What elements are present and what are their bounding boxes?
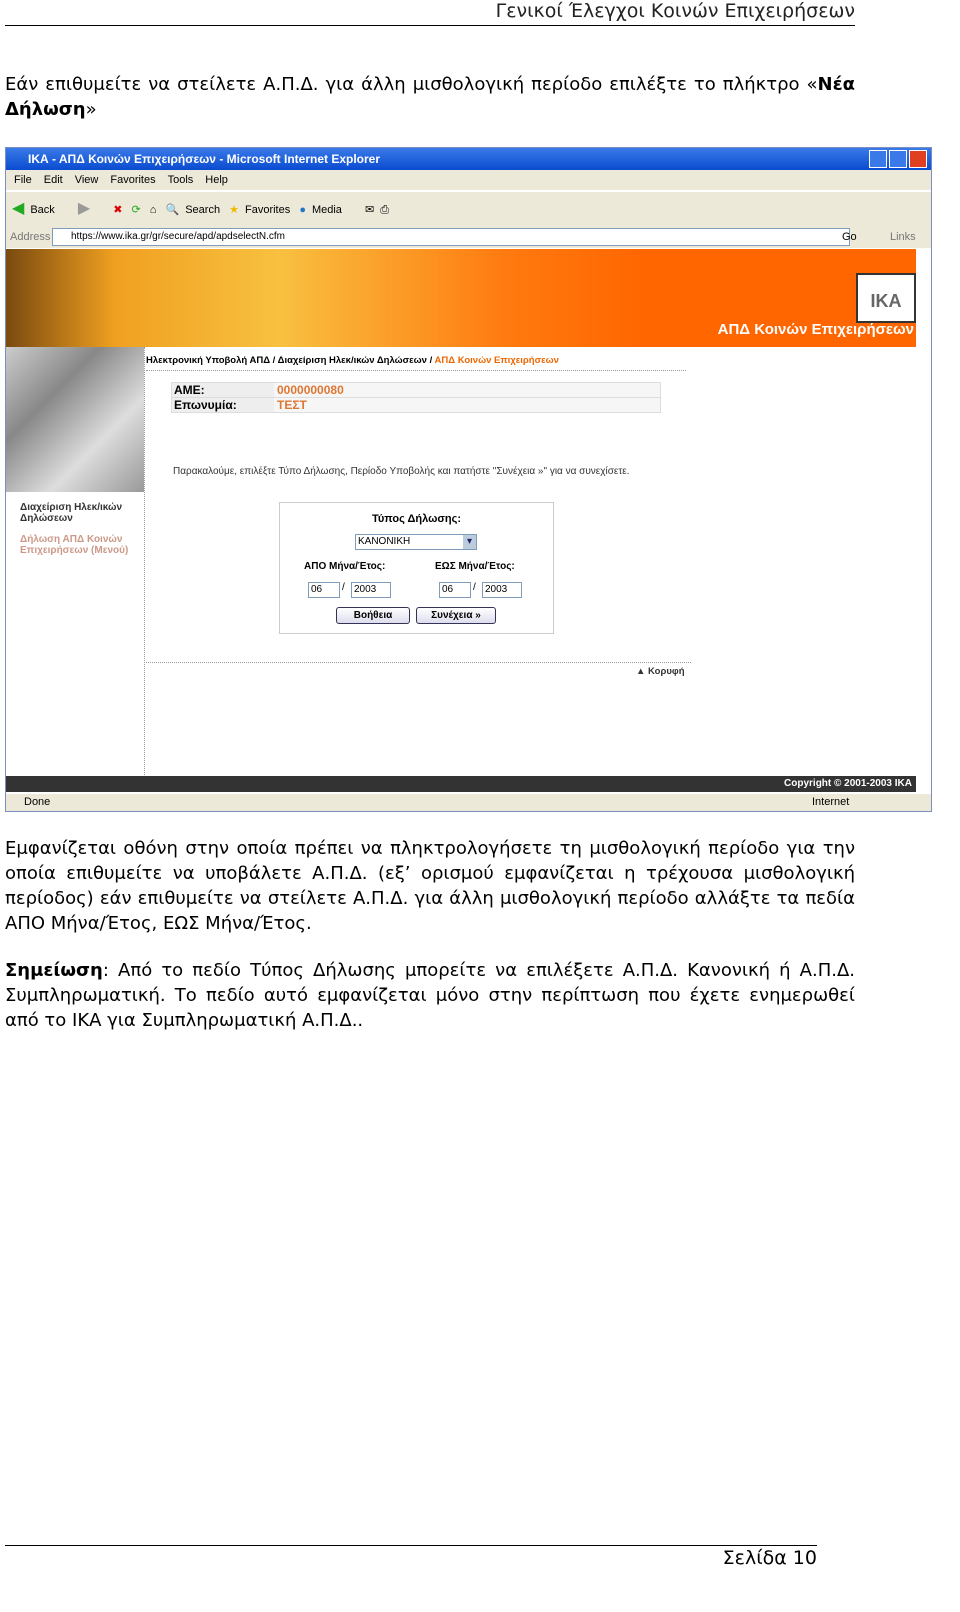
copyright-bar: Copyright © 2001-2003 IKA xyxy=(6,776,916,792)
back-button[interactable]: Back xyxy=(30,204,54,216)
chevron-down-icon: ▾ xyxy=(463,535,476,549)
from-month-input[interactable]: 06 xyxy=(308,582,340,598)
menu-file[interactable]: File xyxy=(14,174,32,186)
sidebar-link-manage[interactable]: Διαχείριση Ηλεκ/ικών Δηλώσεων xyxy=(6,492,144,524)
company-name-value: ΤΕΣΤ xyxy=(274,398,660,412)
media-button[interactable]: Media xyxy=(312,204,342,216)
browser-screenshot: ΙΚΑ - ΑΠΔ Κοινών Επιχειρήσεων - Microsof… xyxy=(5,147,932,812)
minimize-button[interactable] xyxy=(869,150,887,168)
media-icon: ● xyxy=(299,204,306,216)
forward-icon[interactable]: ▶ xyxy=(78,200,90,217)
sidebar-link-menu[interactable]: Δήλωση ΑΠΔ Κοινών Επιχειρήσεων (Μενού) xyxy=(6,524,144,556)
instructions: Παρακαλούμε, επιλέξτε Τύπο Δήλωσης, Περί… xyxy=(173,466,630,477)
content-divider xyxy=(146,662,691,663)
status-bar: Done Internet xyxy=(6,794,931,811)
page-number: Σελίδα 10 xyxy=(722,1547,817,1569)
top-link[interactable]: ▲ Κορυφή xyxy=(636,666,685,677)
close-button[interactable] xyxy=(909,150,927,168)
site-banner: IKA ΑΠΔ Κοινών Επιχειρήσεων xyxy=(6,249,916,347)
menu-tools[interactable]: Tools xyxy=(168,174,194,186)
menu-bar: File Edit View Favorites Tools Help xyxy=(6,170,931,190)
favorites-button[interactable]: Favorites xyxy=(245,204,290,216)
window-title-bar: ΙΚΑ - ΑΠΔ Κοινών Επιχειρήσεων - Microsof… xyxy=(6,148,931,170)
help-button[interactable]: Βοήθεια xyxy=(336,607,410,624)
sidebar: Διαχείριση Ηλεκ/ικών Δηλώσεων Δήλωση ΑΠΔ… xyxy=(6,347,145,777)
zone-indicator: Internet xyxy=(812,796,850,808)
window-controls xyxy=(869,150,927,168)
footer-divider xyxy=(5,1545,817,1546)
declaration-type-select[interactable]: ΚΑΝΟΝΙΚΗ ▾ xyxy=(355,534,477,550)
links-button[interactable]: Links xyxy=(890,226,916,248)
stop-icon[interactable]: ✖ xyxy=(113,204,122,216)
intro-paragraph: Εάν επιθυμείτε να στείλετε Α.Π.Δ. για άλ… xyxy=(5,74,855,120)
company-info-table: ΑΜΕ: 0000000080 Επωνυμία: ΤΕΣΤ xyxy=(171,382,661,413)
body-paragraph: Εμφανίζεται οθόνη στην οποία πρέπει να π… xyxy=(5,838,855,934)
ame-value: 0000000080 xyxy=(274,383,660,397)
menu-view[interactable]: View xyxy=(75,174,99,186)
from-year-input[interactable]: 2003 xyxy=(351,582,391,598)
maximize-button[interactable] xyxy=(889,150,907,168)
keyboard-image xyxy=(6,347,144,492)
note-paragraph: Σημείωση: Από το πεδίο Τύπος Δήλωσης μπο… xyxy=(5,960,855,1031)
toolbar: ◀ Back ▶ ✖ ⟳ ⌂ 🔍 Search ★ Favorites ● Media … xyxy=(6,191,931,226)
to-year-input[interactable]: 2003 xyxy=(482,582,522,598)
refresh-icon[interactable]: ⟳ xyxy=(132,204,141,216)
menu-favorites[interactable]: Favorites xyxy=(110,174,155,186)
search-icon: 🔍 xyxy=(165,204,180,216)
print-icon[interactable]: ⎙ xyxy=(380,204,389,216)
back-icon: ◀ xyxy=(12,200,25,217)
url-input[interactable]: https://www.ika.gr/gr/secure/apd/apdsele… xyxy=(52,228,850,246)
banner-title: ΑΠΔ Κοινών Επιχειρήσεων xyxy=(717,321,914,338)
to-month-input[interactable]: 06 xyxy=(439,582,471,598)
home-icon[interactable]: ⌂ xyxy=(150,204,157,216)
mail-icon[interactable]: ✉ xyxy=(365,204,374,216)
menu-edit[interactable]: Edit xyxy=(44,174,63,186)
menu-help[interactable]: Help xyxy=(205,174,228,186)
search-button[interactable]: Search xyxy=(185,204,220,216)
address-bar: Address https://www.ika.gr/gr/secure/apd… xyxy=(6,226,931,248)
breadcrumb: Ηλεκτρονική Υποβολή ΑΠΔ / Διαχείριση Ηλε… xyxy=(146,355,686,371)
continue-button[interactable]: Συνέχεια » xyxy=(416,607,496,624)
ika-logo: IKA xyxy=(856,273,916,323)
go-button[interactable]: Go xyxy=(842,226,857,248)
header-divider xyxy=(5,25,855,26)
period-form: Τύπος Δήλωσης: ΚΑΝΟΝΙΚΗ ▾ ΑΠΟ Μήνα/Έτος: … xyxy=(279,502,554,634)
page-header: Γενικοί Έλεγχοι Κοινών Επιχειρήσεων xyxy=(495,0,855,22)
favorites-icon: ★ xyxy=(229,204,239,216)
